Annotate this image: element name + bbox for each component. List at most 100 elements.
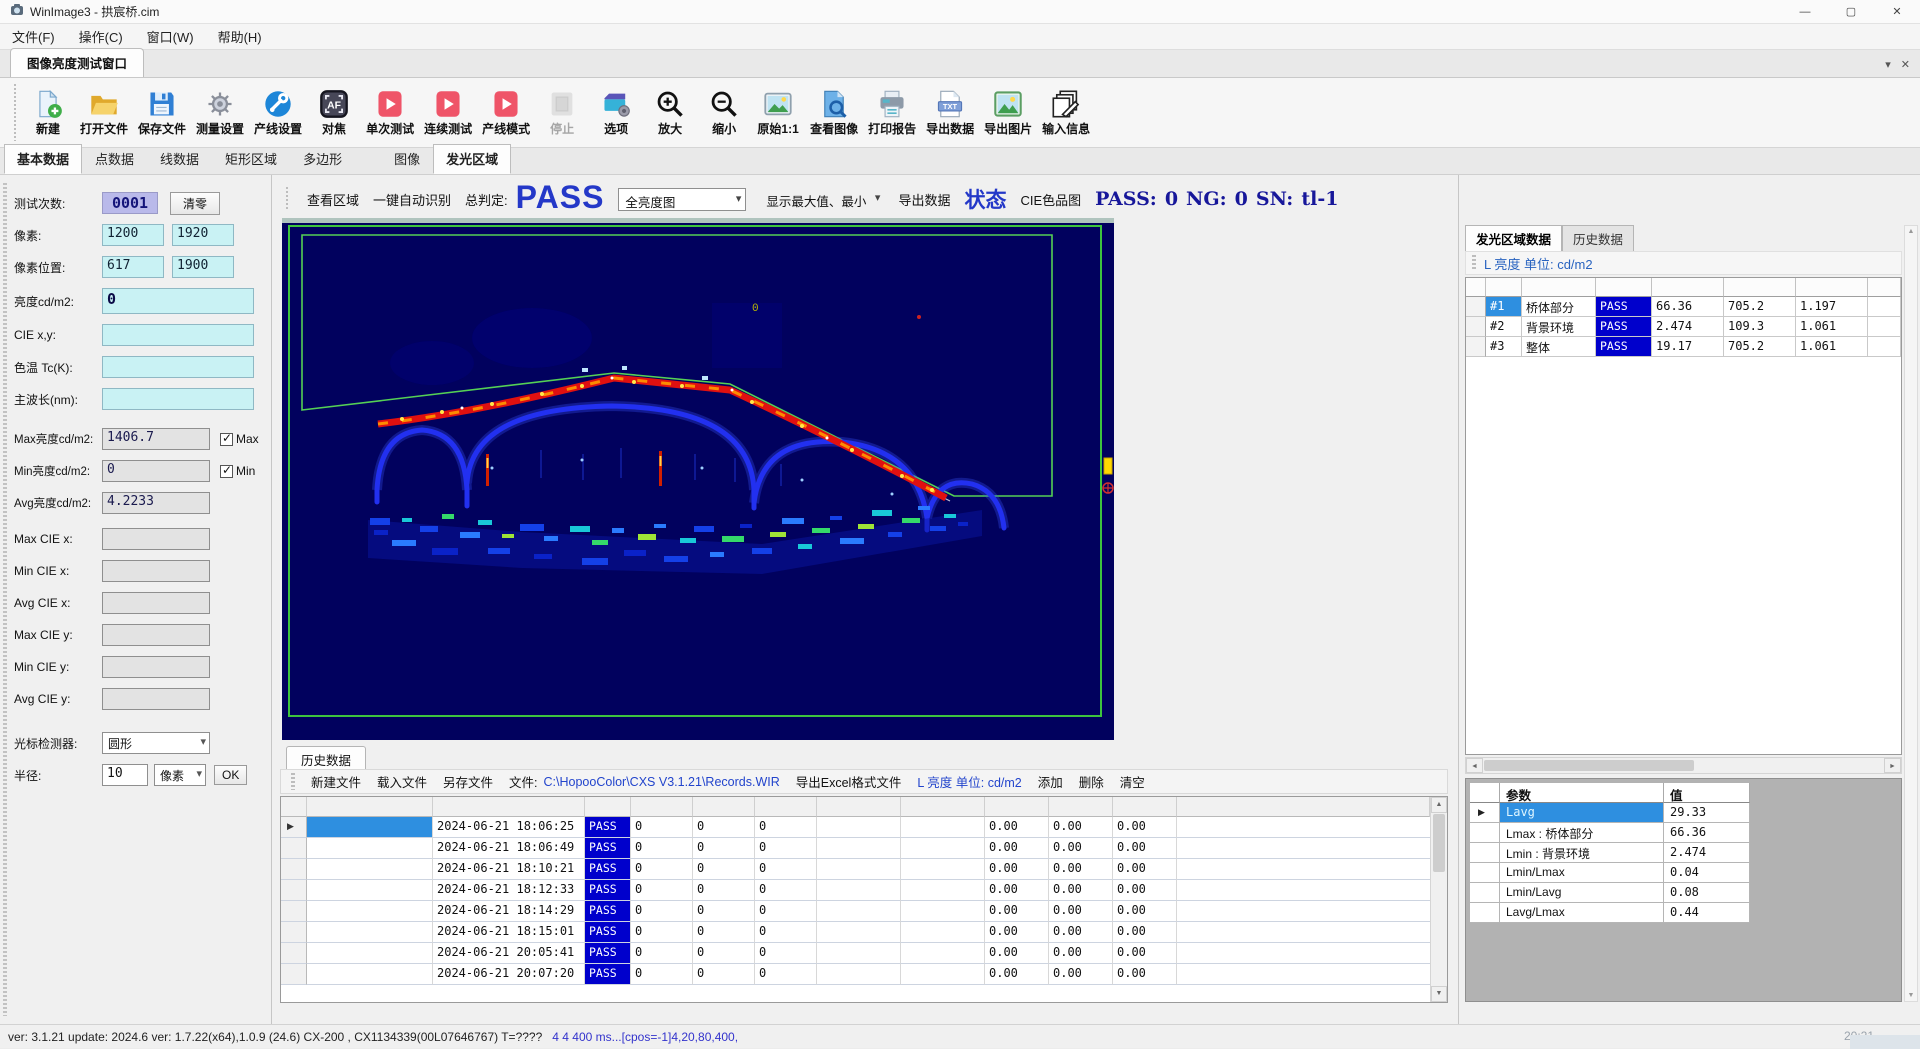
history-column-header[interactable]	[755, 797, 817, 817]
history-table-row[interactable]: 2024-06-21 18:06:49 PASS 0 0 0 0.00 0.00…	[281, 838, 1447, 859]
history-table-row[interactable]: 2024-06-21 18:06:25 PASS 0 0 0 0.00 0.00…	[281, 817, 1447, 838]
tab-luminous-region-data[interactable]: 发光区域数据	[1465, 225, 1562, 253]
cie-chart-button[interactable]: CIE色品图	[1020, 190, 1081, 209]
toolbar-button-focus[interactable]: AF 对焦	[307, 87, 361, 139]
toolbar-button-print-report[interactable]: 打印报告	[863, 87, 921, 139]
region-table-row[interactable]: #1 桥体部分 PASS 66.36 705.2 1.197	[1466, 297, 1901, 317]
pixels-width-field[interactable]: 1200	[102, 224, 164, 246]
scroll-up-icon[interactable]: ▲	[1908, 228, 1915, 235]
scroll-down-icon[interactable]: ▼	[1908, 992, 1915, 999]
toolbar-button-new[interactable]: 新建	[21, 87, 75, 139]
pixel-pos-y-field[interactable]: 1900	[172, 256, 234, 278]
cursor-detector-select[interactable]: 圆形	[102, 732, 210, 754]
subtab-point-data[interactable]: 点数据	[82, 144, 147, 174]
menu-window[interactable]: 窗口(W)	[135, 24, 206, 49]
radius-unit-select[interactable]: 像素	[154, 764, 206, 786]
cie-xy-field[interactable]	[102, 324, 254, 346]
parameter-row[interactable]: Lmin : 背景环境 2.474	[1470, 843, 1901, 863]
tab-image-luminance-test[interactable]: 图像亮度测试窗口	[10, 48, 144, 77]
tab-close-icon[interactable]: ✕	[1901, 58, 1910, 71]
toolbar-button-options[interactable]: 选项	[589, 87, 643, 139]
subtab-rect-region[interactable]: 矩形区域	[212, 144, 290, 174]
history-table-row[interactable]: 2024-06-21 18:12:33 PASS 0 0 0 0.00 0.00…	[281, 880, 1447, 901]
show-mode-select[interactable]: 显示最大值、最小	[760, 188, 884, 211]
tab-history-data-right[interactable]: 历史数据	[1562, 225, 1634, 253]
maximize-button[interactable]: ▢	[1828, 0, 1874, 24]
min-checkbox[interactable]: Min	[220, 464, 255, 478]
toolbar-button-line-mode[interactable]: 产线模式	[477, 87, 535, 139]
history-vertical-scrollbar[interactable]: ▲ ▼	[1430, 797, 1447, 1002]
radius-ok-button[interactable]: OK	[214, 765, 247, 785]
history-column-header[interactable]	[307, 797, 433, 817]
region-column-header[interactable]	[1486, 278, 1522, 297]
history-export-excel-button[interactable]: 导出Excel格式文件	[796, 772, 902, 791]
minimize-button[interactable]: —	[1782, 0, 1828, 24]
row-selector-cell[interactable]	[281, 859, 307, 880]
row-selector-cell[interactable]	[281, 901, 307, 922]
region-column-header[interactable]	[1596, 278, 1652, 297]
toolbar-button-view-image[interactable]: 查看图像	[805, 87, 863, 139]
history-delete-button[interactable]: 删除	[1079, 772, 1104, 791]
region-table-row[interactable]: #3 整体 PASS 19.17 705.2 1.061	[1466, 337, 1901, 357]
parameter-row[interactable]: Lavg 29.33	[1470, 803, 1901, 823]
history-column-header[interactable]	[1049, 797, 1113, 817]
scrollbar-thumb[interactable]	[1433, 814, 1445, 872]
history-table-row[interactable]: 2024-06-21 18:10:21 PASS 0 0 0 0.00 0.00…	[281, 859, 1447, 880]
history-column-header[interactable]	[433, 797, 585, 817]
history-column-header[interactable]	[985, 797, 1049, 817]
toolbar-button-continuous-test[interactable]: 连续测试	[419, 87, 477, 139]
history-column-header[interactable]	[901, 797, 985, 817]
export-data-button[interactable]: 导出数据	[898, 190, 950, 209]
toolbar-button-single-test[interactable]: 单次测试	[361, 87, 419, 139]
toolbar-button-measure-settings[interactable]: 测量设置	[191, 87, 249, 139]
subtab-line-data[interactable]: 线数据	[147, 144, 212, 174]
color-temp-field[interactable]	[102, 356, 254, 378]
auto-detect-button[interactable]: 一键自动识别	[373, 190, 451, 209]
region-column-header[interactable]	[1522, 278, 1596, 297]
view-region-button[interactable]: 查看区域	[307, 190, 359, 209]
parameter-row[interactable]: Lmin/Lavg 0.08	[1470, 883, 1901, 903]
history-column-header[interactable]	[693, 797, 755, 817]
row-selector-cell[interactable]	[281, 880, 307, 901]
pixels-height-field[interactable]: 1920	[172, 224, 234, 246]
max-checkbox[interactable]: Max	[220, 432, 259, 446]
history-new-file-button[interactable]: 新建文件	[311, 772, 361, 791]
luminance-image[interactable]: 0	[282, 218, 1114, 740]
scrollbar-thumb[interactable]	[1484, 760, 1694, 771]
clear-count-button[interactable]: 清零	[170, 192, 220, 215]
close-button[interactable]: ✕	[1874, 0, 1920, 24]
row-selector-cell[interactable]	[281, 943, 307, 964]
radius-input[interactable]: 10	[102, 764, 148, 786]
toolbar-button-line-settings[interactable]: 产线设置	[249, 87, 307, 139]
history-table-row[interactable]: 2024-06-21 18:14:29 PASS 0 0 0 0.00 0.00…	[281, 901, 1447, 922]
menu-operate[interactable]: 操作(C)	[67, 24, 135, 49]
pixel-pos-x-field[interactable]: 617	[102, 256, 164, 278]
toolbar-button-export-image[interactable]: 导出图片	[979, 87, 1037, 139]
menu-file[interactable]: 文件(F)	[0, 24, 67, 49]
parameter-row[interactable]: Lmin/Lmax 0.04	[1470, 863, 1901, 883]
scroll-left-icon[interactable]: ◄	[1466, 758, 1483, 773]
row-selector-cell[interactable]	[281, 922, 307, 943]
menu-help[interactable]: 帮助(H)	[206, 24, 274, 49]
toolbar-button-zoom-in[interactable]: 放大	[643, 87, 697, 139]
history-column-header[interactable]	[631, 797, 693, 817]
row-selector-cell[interactable]	[281, 838, 307, 859]
region-horizontal-scrollbar[interactable]: ◄ ►	[1465, 757, 1902, 774]
scroll-up-icon[interactable]: ▲	[1431, 797, 1447, 813]
history-table-row[interactable]: 2024-06-21 20:05:41 PASS 0 0 0 0.00 0.00…	[281, 943, 1447, 964]
tablist-chevron-icon[interactable]: ▾	[1885, 58, 1891, 71]
display-mode-select[interactable]: 全亮度图	[618, 188, 746, 211]
history-table-row[interactable]: 2024-06-21 18:15:01 PASS 0 0 0 0.00 0.00…	[281, 922, 1447, 943]
parameter-row[interactable]: Lavg/Lmax 0.44	[1470, 903, 1901, 923]
history-save-as-button[interactable]: 另存文件	[443, 772, 493, 791]
scroll-right-icon[interactable]: ►	[1884, 758, 1901, 773]
subtab-basic-data[interactable]: 基本数据	[4, 144, 82, 174]
history-clear-button[interactable]: 清空	[1120, 772, 1145, 791]
region-column-header[interactable]	[1652, 278, 1724, 297]
history-add-button[interactable]: 添加	[1038, 772, 1063, 791]
wavelength-field[interactable]	[102, 388, 254, 410]
region-column-header[interactable]	[1796, 278, 1868, 297]
history-column-header[interactable]	[817, 797, 901, 817]
subtab-image[interactable]: 图像	[381, 144, 433, 174]
toolbar-button-open-file[interactable]: 打开文件	[75, 87, 133, 139]
